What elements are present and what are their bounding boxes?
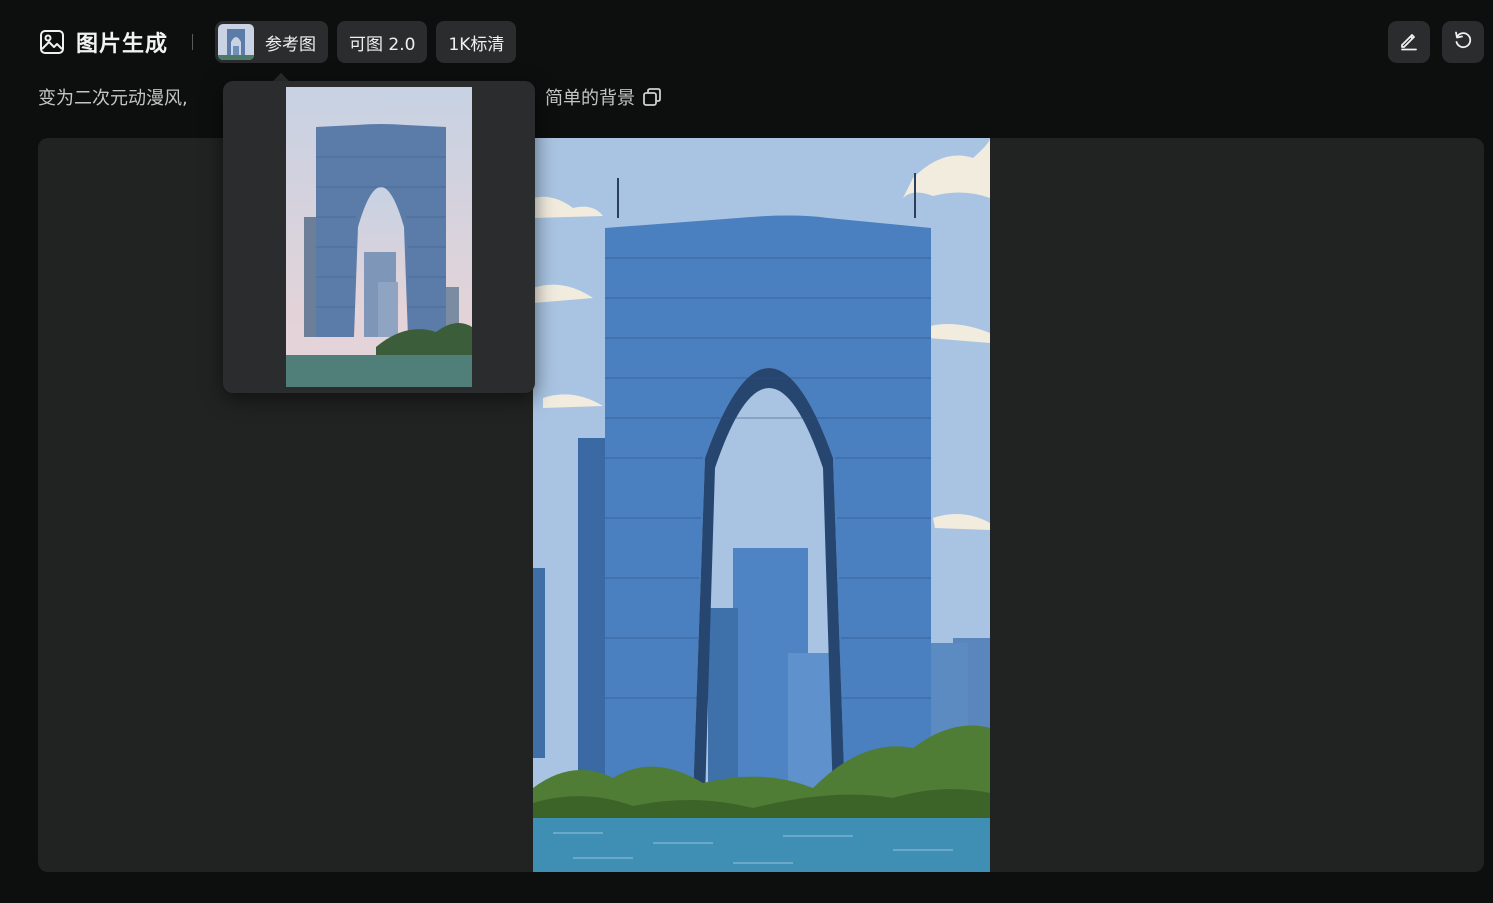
prompt-text: 变为二次元动漫风,: [38, 84, 188, 110]
reference-thumbnail: [218, 24, 255, 60]
copy-icon[interactable]: [641, 86, 663, 108]
model-chip[interactable]: 可图 2.0: [337, 21, 428, 63]
page-title: 图片生成: [76, 32, 169, 57]
reference-image: [286, 87, 472, 387]
title-divider: [192, 34, 194, 50]
prompt-text-tail: 简单的背景: [545, 84, 663, 110]
prompt-text-end: 简单的背景: [545, 88, 635, 109]
generated-image[interactable]: [533, 138, 990, 872]
reference-chip-label: 参考图: [265, 34, 317, 55]
reference-image-popover: [223, 81, 535, 393]
refresh-icon: [1452, 29, 1474, 55]
quality-chip[interactable]: 1K标清: [436, 21, 517, 63]
image-icon: [38, 28, 66, 56]
reference-image-chip[interactable]: 参考图: [215, 21, 329, 63]
header: 图片生成 参考图 可图 2.0 1K标清: [38, 20, 525, 64]
regenerate-button[interactable]: [1442, 21, 1484, 63]
edit-button[interactable]: [1388, 21, 1430, 63]
prompt-text-start: 变为二次元动漫风,: [38, 88, 188, 109]
model-chip-label: 可图 2.0: [349, 34, 416, 55]
quality-chip-label: 1K标清: [448, 34, 505, 55]
pencil-icon: [1398, 29, 1420, 55]
